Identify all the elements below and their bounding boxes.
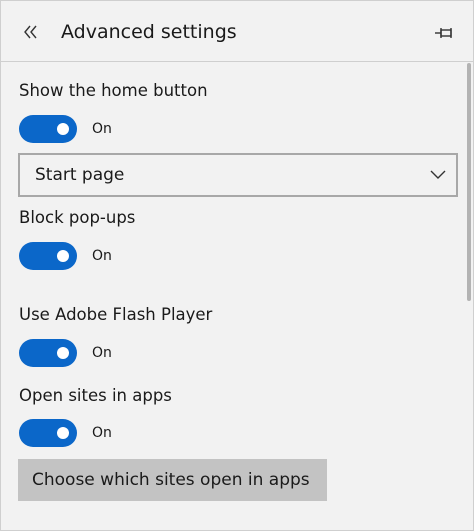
open-sites-in-apps-toggle-state: On [92, 425, 112, 441]
open-sites-in-apps-label: Open sites in apps [19, 386, 172, 405]
flash-player-toggle[interactable] [19, 339, 77, 367]
flash-player-toggle-state: On [92, 345, 112, 361]
block-popups-toggle-state: On [92, 248, 112, 264]
toggle-knob [57, 347, 69, 359]
chevron-down-icon [430, 170, 446, 179]
home-page-select[interactable]: Start page [18, 153, 458, 197]
pin-icon [435, 28, 452, 38]
toggle-knob [57, 250, 69, 262]
block-popups-label: Block pop-ups [19, 208, 136, 227]
toggle-knob [57, 427, 69, 439]
double-chevron-left-icon [24, 25, 37, 39]
toggle-knob [57, 123, 69, 135]
choose-sites-button[interactable]: Choose which sites open in apps [18, 459, 327, 501]
choose-sites-button-label: Choose which sites open in apps [32, 470, 310, 490]
home-button-toggle[interactable] [19, 115, 77, 143]
open-sites-in-apps-toggle[interactable] [19, 419, 77, 447]
page-title: Advanced settings [61, 21, 237, 43]
header-divider [1, 61, 473, 62]
home-button-toggle-state: On [92, 121, 112, 137]
home-button-label: Show the home button [19, 81, 208, 100]
flash-player-label: Use Adobe Flash Player [19, 305, 213, 324]
pin-button[interactable] [431, 19, 459, 47]
panel-header: Advanced settings [1, 1, 473, 61]
block-popups-toggle[interactable] [19, 242, 77, 270]
home-page-select-value: Start page [35, 165, 125, 185]
back-button[interactable] [17, 18, 45, 46]
scrollbar[interactable] [467, 63, 471, 301]
advanced-settings-panel: Advanced settings Show the home button O… [0, 0, 474, 531]
